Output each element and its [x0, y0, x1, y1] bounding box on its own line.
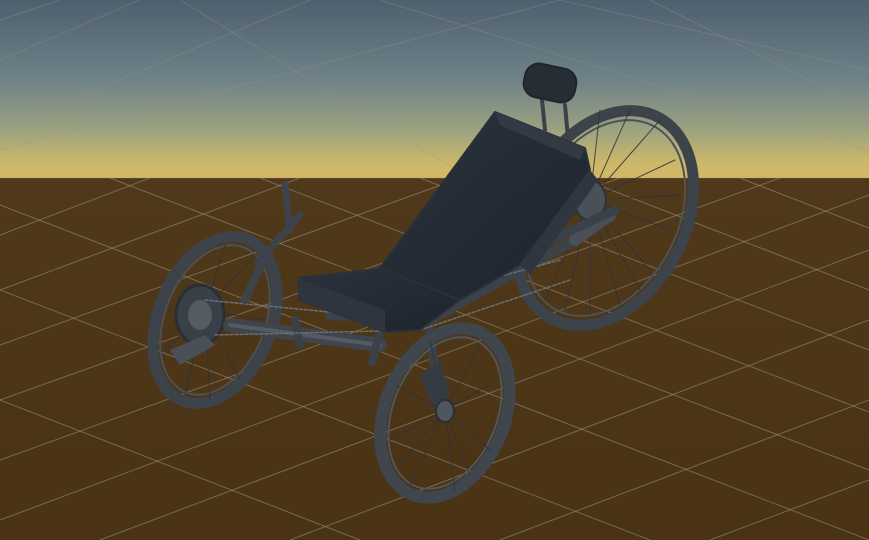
sky [0, 0, 869, 178]
scene-canvas [0, 0, 869, 540]
scene-viewport[interactable] [0, 0, 869, 540]
